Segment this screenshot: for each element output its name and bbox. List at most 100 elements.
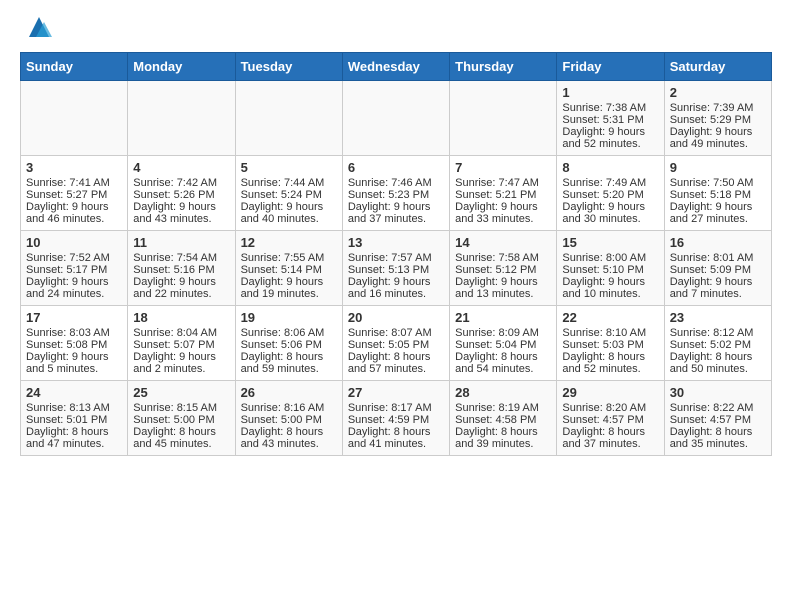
sunset-text: Sunset: 5:29 PM	[670, 114, 751, 126]
week-row-1: 1Sunrise: 7:38 AMSunset: 5:31 PMDaylight…	[21, 81, 772, 156]
day-number: 26	[241, 385, 337, 400]
week-row-5: 24Sunrise: 8:13 AMSunset: 5:01 PMDayligh…	[21, 381, 772, 456]
calendar-cell: 16Sunrise: 8:01 AMSunset: 5:09 PMDayligh…	[664, 231, 771, 306]
sunrise-text: Sunrise: 7:47 AM	[455, 177, 539, 189]
sunrise-text: Sunrise: 8:09 AM	[455, 327, 539, 339]
daylight-text: Daylight: 9 hours and 22 minutes.	[133, 276, 216, 300]
day-number: 6	[348, 160, 444, 175]
sunset-text: Sunset: 4:57 PM	[562, 414, 643, 426]
calendar-cell: 5Sunrise: 7:44 AMSunset: 5:24 PMDaylight…	[235, 156, 342, 231]
calendar-cell: 28Sunrise: 8:19 AMSunset: 4:58 PMDayligh…	[450, 381, 557, 456]
daylight-text: Daylight: 9 hours and 40 minutes.	[241, 201, 324, 225]
sunrise-text: Sunrise: 7:55 AM	[241, 252, 325, 264]
day-number: 1	[562, 85, 658, 100]
sunset-text: Sunset: 5:03 PM	[562, 339, 643, 351]
sunrise-text: Sunrise: 8:15 AM	[133, 402, 217, 414]
calendar-cell: 8Sunrise: 7:49 AMSunset: 5:20 PMDaylight…	[557, 156, 664, 231]
daylight-text: Daylight: 8 hours and 52 minutes.	[562, 351, 645, 375]
sunset-text: Sunset: 5:09 PM	[670, 264, 751, 276]
day-number: 16	[670, 235, 766, 250]
day-number: 11	[133, 235, 229, 250]
sunrise-text: Sunrise: 7:39 AM	[670, 102, 754, 114]
sunrise-text: Sunrise: 7:50 AM	[670, 177, 754, 189]
calendar-cell: 7 Sunrise: 7:47 AMSunset: 5:21 PMDaylight…	[450, 156, 557, 231]
sunset-text: Sunset: 5:05 PM	[348, 339, 429, 351]
sunset-text: Sunset: 5:00 PM	[133, 414, 214, 426]
calendar-cell: 21Sunrise: 8:09 AMSunset: 5:04 PMDayligh…	[450, 306, 557, 381]
sunrise-text: Sunrise: 8:13 AM	[26, 402, 110, 414]
sunrise-text: Sunrise: 7:41 AM	[26, 177, 110, 189]
calendar-cell	[235, 81, 342, 156]
week-row-2: 3Sunrise: 7:41 AMSunset: 5:27 PMDaylight…	[21, 156, 772, 231]
day-number: 17	[26, 310, 122, 325]
daylight-text: Daylight: 9 hours and 13 minutes.	[455, 276, 538, 300]
day-number: 25	[133, 385, 229, 400]
day-number: 24	[26, 385, 122, 400]
daylight-text: Daylight: 9 hours and 46 minutes.	[26, 201, 109, 225]
daylight-text: Daylight: 9 hours and 16 minutes.	[348, 276, 431, 300]
calendar-cell: 13Sunrise: 7:57 AMSunset: 5:13 PMDayligh…	[342, 231, 449, 306]
sunrise-text: Sunrise: 8:04 AM	[133, 327, 217, 339]
sunrise-text: Sunrise: 7:57 AM	[348, 252, 432, 264]
calendar-cell: 25Sunrise: 8:15 AMSunset: 5:00 PMDayligh…	[128, 381, 235, 456]
sunrise-text: Sunrise: 8:01 AM	[670, 252, 754, 264]
daylight-text: Daylight: 9 hours and 52 minutes.	[562, 126, 645, 150]
daylight-text: Daylight: 8 hours and 37 minutes.	[562, 426, 645, 450]
calendar-cell: 17Sunrise: 8:03 AMSunset: 5:08 PMDayligh…	[21, 306, 128, 381]
calendar-cell: 23Sunrise: 8:12 AMSunset: 5:02 PMDayligh…	[664, 306, 771, 381]
day-number: 2	[670, 85, 766, 100]
sunrise-text: Sunrise: 8:06 AM	[241, 327, 325, 339]
day-number: 4	[133, 160, 229, 175]
sunrise-text: Sunrise: 7:58 AM	[455, 252, 539, 264]
sunset-text: Sunset: 5:00 PM	[241, 414, 322, 426]
weekday-header-friday: Friday	[557, 53, 664, 81]
daylight-text: Daylight: 8 hours and 43 minutes.	[241, 426, 324, 450]
calendar-cell: 9Sunrise: 7:50 AMSunset: 5:18 PMDaylight…	[664, 156, 771, 231]
calendar-cell: 11Sunrise: 7:54 AMSunset: 5:16 PMDayligh…	[128, 231, 235, 306]
logo	[20, 20, 54, 42]
sunrise-text: Sunrise: 8:00 AM	[562, 252, 646, 264]
daylight-text: Daylight: 9 hours and 33 minutes.	[455, 201, 538, 225]
daylight-text: Daylight: 9 hours and 10 minutes.	[562, 276, 645, 300]
day-number: 12	[241, 235, 337, 250]
sunrise-text: Sunrise: 7:42 AM	[133, 177, 217, 189]
calendar-cell: 19Sunrise: 8:06 AMSunset: 5:06 PMDayligh…	[235, 306, 342, 381]
sunrise-text: Sunrise: 8:10 AM	[562, 327, 646, 339]
calendar-cell: 29Sunrise: 8:20 AMSunset: 4:57 PMDayligh…	[557, 381, 664, 456]
sunrise-text: Sunrise: 8:19 AM	[455, 402, 539, 414]
calendar-cell: 6Sunrise: 7:46 AMSunset: 5:23 PMDaylight…	[342, 156, 449, 231]
day-number: 21	[455, 310, 551, 325]
sunset-text: Sunset: 5:20 PM	[562, 189, 643, 201]
calendar-cell	[342, 81, 449, 156]
sunset-text: Sunset: 5:31 PM	[562, 114, 643, 126]
sunset-text: Sunset: 5:12 PM	[455, 264, 536, 276]
calendar-cell: 22Sunrise: 8:10 AMSunset: 5:03 PMDayligh…	[557, 306, 664, 381]
daylight-text: Daylight: 9 hours and 24 minutes.	[26, 276, 109, 300]
sunset-text: Sunset: 5:02 PM	[670, 339, 751, 351]
daylight-text: Daylight: 9 hours and 43 minutes.	[133, 201, 216, 225]
day-number: 7	[455, 160, 551, 175]
weekday-header-tuesday: Tuesday	[235, 53, 342, 81]
sunset-text: Sunset: 5:26 PM	[133, 189, 214, 201]
sunset-text: Sunset: 5:07 PM	[133, 339, 214, 351]
sunset-text: Sunset: 5:21 PM	[455, 189, 536, 201]
daylight-text: Daylight: 9 hours and 49 minutes.	[670, 126, 753, 150]
day-number: 5	[241, 160, 337, 175]
sunrise-text: Sunrise: 7:46 AM	[348, 177, 432, 189]
weekday-header-monday: Monday	[128, 53, 235, 81]
day-number: 3	[26, 160, 122, 175]
day-number: 30	[670, 385, 766, 400]
sunset-text: Sunset: 5:08 PM	[26, 339, 107, 351]
day-number: 27	[348, 385, 444, 400]
sunrise-text: Sunrise: 7:52 AM	[26, 252, 110, 264]
calendar-cell: 4 Sunrise: 7:42 AMSunset: 5:26 PMDaylight…	[128, 156, 235, 231]
daylight-text: Daylight: 8 hours and 39 minutes.	[455, 426, 538, 450]
sunset-text: Sunset: 5:27 PM	[26, 189, 107, 201]
calendar-cell	[21, 81, 128, 156]
daylight-text: Daylight: 8 hours and 54 minutes.	[455, 351, 538, 375]
week-row-3: 10Sunrise: 7:52 AMSunset: 5:17 PMDayligh…	[21, 231, 772, 306]
weekday-header-wednesday: Wednesday	[342, 53, 449, 81]
weekday-header-row: SundayMondayTuesdayWednesdayThursdayFrid…	[21, 53, 772, 81]
calendar-cell: 10Sunrise: 7:52 AMSunset: 5:17 PMDayligh…	[21, 231, 128, 306]
day-number: 10	[26, 235, 122, 250]
